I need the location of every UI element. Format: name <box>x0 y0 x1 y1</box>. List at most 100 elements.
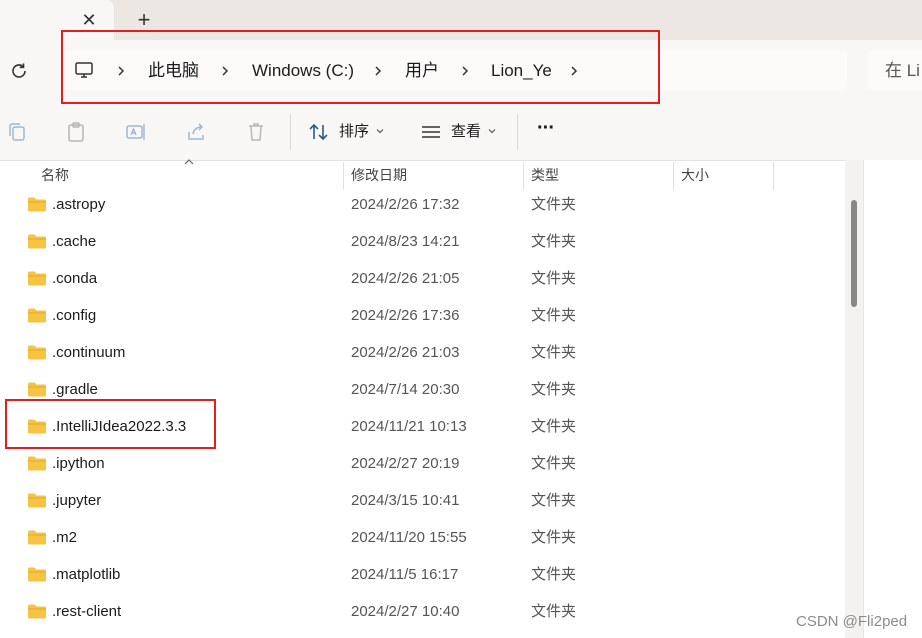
table-row[interactable]: .config 2024/2/26 17:36 文件夹 <box>0 298 845 335</box>
rename-icon[interactable] <box>125 121 147 143</box>
folder-icon <box>28 419 46 434</box>
chevron-right-icon[interactable] <box>568 61 580 81</box>
toolbar-divider <box>517 114 518 150</box>
refresh-icon[interactable] <box>8 60 30 82</box>
tab-strip: ✕ + <box>0 0 922 42</box>
folder-icon <box>28 493 46 508</box>
file-name: .matplotlib <box>52 566 121 583</box>
breadcrumb-this-pc[interactable]: 此电脑 <box>148 61 199 81</box>
breadcrumb-lion-ye[interactable]: Lion_Ye <box>491 61 552 81</box>
delete-icon[interactable] <box>245 121 267 143</box>
column-header-name[interactable]: 名称 <box>41 165 69 185</box>
command-bar: 排序 查看 ··· <box>0 102 922 161</box>
file-type: 文件夹 <box>531 381 577 398</box>
file-type: 文件夹 <box>531 566 577 583</box>
table-row[interactable]: .gradle 2024/7/14 20:30 文件夹 <box>0 372 845 409</box>
file-modified: 2024/2/27 10:40 <box>351 603 460 620</box>
chevron-down-icon[interactable] <box>488 127 496 135</box>
file-modified: 2024/8/23 14:21 <box>351 233 460 250</box>
table-row[interactable]: .jupyter 2024/3/15 10:41 文件夹 <box>0 483 845 520</box>
view-icon[interactable] <box>420 121 442 143</box>
file-list: .astropy 2024/2/26 17:32 文件夹 .cache 2024… <box>0 187 845 638</box>
active-tab[interactable]: ✕ <box>0 0 114 42</box>
table-row[interactable]: .m2 2024/11/20 15:55 文件夹 <box>0 520 845 557</box>
column-divider[interactable] <box>343 162 344 190</box>
file-type: 文件夹 <box>531 270 577 287</box>
table-row[interactable]: .matplotlib 2024/11/5 16:17 文件夹 <box>0 557 845 594</box>
sort-button[interactable]: 排序 <box>339 123 369 141</box>
folder-icon <box>28 530 46 545</box>
file-modified: 2024/7/14 20:30 <box>351 381 460 398</box>
file-name: .jupyter <box>52 492 102 509</box>
search-input[interactable]: 在 Li <box>885 61 920 81</box>
table-row[interactable]: .conda 2024/2/26 21:05 文件夹 <box>0 261 845 298</box>
table-row[interactable]: .ipython 2024/2/27 20:19 文件夹 <box>0 446 845 483</box>
file-name: .conda <box>52 270 98 287</box>
table-row[interactable]: .astropy 2024/2/26 17:32 文件夹 <box>0 187 845 224</box>
copy-icon[interactable] <box>6 121 28 143</box>
chevron-right-icon[interactable] <box>372 61 384 81</box>
file-modified: 2024/2/26 21:05 <box>351 270 460 287</box>
column-divider[interactable] <box>523 162 524 190</box>
file-name: .m2 <box>52 529 78 546</box>
sort-icon[interactable] <box>308 121 330 143</box>
more-options-button[interactable]: ··· <box>537 118 555 138</box>
file-type: 文件夹 <box>531 344 577 361</box>
new-tab-icon[interactable]: + <box>134 9 154 31</box>
scrollbar-thumb[interactable] <box>851 200 857 307</box>
chevron-down-icon[interactable] <box>376 127 384 135</box>
file-type: 文件夹 <box>531 455 577 472</box>
column-header-modified[interactable]: 修改日期 <box>351 165 407 185</box>
file-type: 文件夹 <box>531 418 577 435</box>
file-name: .config <box>52 307 97 324</box>
file-name: .IntelliJIdea2022.3.3 <box>52 418 187 435</box>
file-modified: 2024/3/15 10:41 <box>351 492 460 509</box>
folder-icon <box>28 308 46 323</box>
folder-icon <box>28 456 46 471</box>
watermark: CSDN @Fli2ped <box>796 613 908 630</box>
column-divider[interactable] <box>773 162 774 190</box>
chevron-right-icon[interactable] <box>115 61 127 81</box>
folder-icon <box>28 234 46 249</box>
file-name: .gradle <box>52 381 98 398</box>
file-name: .cache <box>52 233 97 250</box>
share-icon[interactable] <box>185 121 207 143</box>
file-type: 文件夹 <box>531 492 577 509</box>
sort-ascending-icon <box>184 159 194 165</box>
file-name: .rest-client <box>52 603 122 620</box>
column-divider[interactable] <box>673 162 674 190</box>
table-row[interactable]: .rest-client 2024/2/27 10:40 文件夹 <box>0 594 845 631</box>
file-type: 文件夹 <box>531 307 577 324</box>
breadcrumb-users[interactable]: 用户 <box>405 61 439 81</box>
column-header-type[interactable]: 类型 <box>531 165 559 185</box>
this-pc-icon[interactable] <box>74 60 94 80</box>
file-type: 文件夹 <box>531 529 577 546</box>
folder-icon <box>28 345 46 360</box>
paste-icon[interactable] <box>65 121 87 143</box>
table-row[interactable]: .cache 2024/8/23 14:21 文件夹 <box>0 224 845 261</box>
navigation-bar: 此电脑 Windows (C:) 用户 Lion_Ye 在 Li <box>0 40 922 102</box>
file-modified: 2024/11/20 15:55 <box>351 529 467 546</box>
breadcrumb-windows-c[interactable]: Windows (C:) <box>252 61 354 81</box>
file-name: .ipython <box>52 455 105 472</box>
file-type: 文件夹 <box>531 233 577 250</box>
file-modified: 2024/11/21 10:13 <box>351 418 467 435</box>
folder-icon <box>28 197 46 212</box>
folder-icon <box>28 567 46 582</box>
column-header-size[interactable]: 大小 <box>681 165 709 185</box>
folder-icon <box>28 271 46 286</box>
close-tab-icon[interactable]: ✕ <box>80 10 98 30</box>
folder-icon <box>28 382 46 397</box>
chevron-right-icon[interactable] <box>459 61 471 81</box>
table-row[interactable]: .continuum 2024/2/26 21:03 文件夹 <box>0 335 845 372</box>
file-modified: 2024/11/5 16:17 <box>351 566 459 583</box>
details-pane <box>863 160 922 638</box>
table-row[interactable]: .IntelliJIdea2022.3.3 2024/11/21 10:13 文… <box>0 409 845 446</box>
file-type: 文件夹 <box>531 603 577 620</box>
view-button[interactable]: 查看 <box>451 123 481 141</box>
file-modified: 2024/2/26 21:03 <box>351 344 460 361</box>
file-modified: 2024/2/26 17:36 <box>351 307 460 324</box>
chevron-right-icon[interactable] <box>219 61 231 81</box>
file-modified: 2024/2/27 20:19 <box>351 455 460 472</box>
file-modified: 2024/2/26 17:32 <box>351 196 460 213</box>
